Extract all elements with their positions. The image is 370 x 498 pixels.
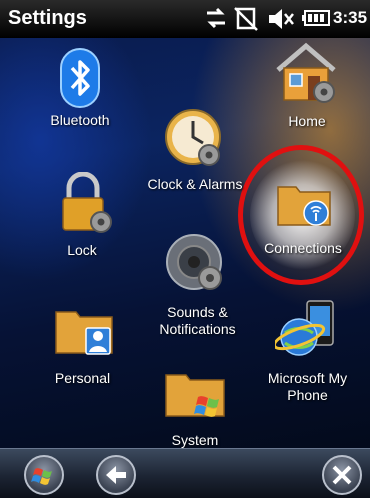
bottom-bar: [0, 448, 370, 498]
connections-item[interactable]: Connections: [258, 175, 348, 260]
battery-icon[interactable]: [302, 9, 330, 27]
sounds-label-line1: Sounds &: [167, 304, 228, 320]
start-button[interactable]: [24, 455, 64, 495]
personal-label: Personal: [54, 370, 111, 386]
system-folder-icon: [165, 374, 225, 417]
lock-label: Lock: [67, 242, 97, 258]
clock-alarms-label: Clock & Alarms: [147, 176, 243, 192]
speaker-muted-icon[interactable]: [266, 6, 296, 32]
lock-item[interactable]: Lock: [42, 170, 122, 260]
home-item[interactable]: Home: [262, 40, 352, 135]
settings-screen: Settings 3:35 Bluetooth Home Clock & Ala…: [0, 0, 370, 498]
data-connection-icon[interactable]: [203, 6, 229, 30]
sounds-notifications-item[interactable]: Sounds & Notifications: [140, 230, 255, 340]
no-sim-icon[interactable]: [233, 6, 259, 32]
bluetooth-label: Bluetooth: [50, 112, 110, 128]
page-title: Settings: [8, 7, 87, 29]
home-label: Home: [288, 113, 326, 129]
home-icon: [276, 42, 336, 103]
clock-time[interactable]: 3:35: [333, 8, 370, 28]
bluetooth-item[interactable]: Bluetooth: [40, 45, 120, 140]
sounds-label-line2: Notifications: [159, 321, 236, 337]
connections-folder-icon: [277, 186, 331, 226]
system-label: System: [171, 432, 219, 448]
lock-icon: [62, 172, 112, 233]
microsoft-my-phone-item[interactable]: Microsoft My Phone: [255, 295, 360, 405]
system-item[interactable]: System: [150, 365, 240, 450]
back-arrow-icon: [106, 466, 126, 484]
close-button[interactable]: [322, 455, 362, 495]
speaker-gear-icon: [166, 234, 222, 290]
connections-label: Connections: [264, 240, 342, 256]
status-bar: Settings 3:35: [0, 0, 370, 38]
personal-item[interactable]: Personal: [40, 300, 125, 390]
back-button[interactable]: [96, 455, 136, 495]
personal-folder-icon: [55, 311, 113, 355]
close-icon: [332, 465, 352, 485]
start-icon: [31, 468, 52, 485]
clock-alarms-item[interactable]: Clock & Alarms: [140, 105, 250, 195]
microsoft-label-line2: Phone: [287, 387, 328, 403]
clock-icon: [165, 109, 221, 166]
microsoft-label-line1: Microsoft My: [267, 370, 348, 386]
bluetooth-icon: [60, 48, 100, 108]
globe-phone-icon: [275, 300, 334, 356]
